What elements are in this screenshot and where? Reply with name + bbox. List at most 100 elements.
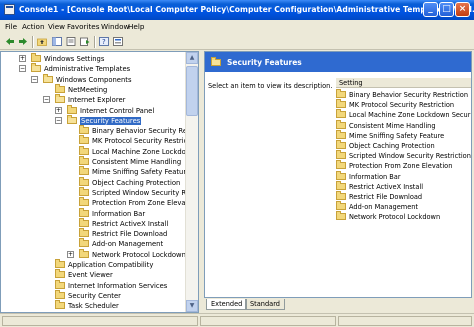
tree-item-label: MK Protocol Security Restriction bbox=[92, 137, 199, 146]
minimize-button[interactable]: _ bbox=[423, 2, 438, 17]
setting-label: Local Machine Zone Lockdown Security bbox=[349, 111, 472, 120]
tree-item-label: Internet Control Panel bbox=[80, 106, 155, 115]
tree-item-label: Protection From Zone Elevation bbox=[92, 199, 199, 208]
toolbar-separator bbox=[94, 36, 96, 48]
export-list-icon[interactable] bbox=[80, 37, 90, 46]
tree-item[interactable]: Object Caching Protection bbox=[79, 176, 181, 188]
tree-item[interactable]: Add-on Management bbox=[79, 238, 163, 249]
setting-row[interactable]: Object Caching Protection bbox=[336, 140, 435, 151]
tree-scrollbar[interactable]: ▲ ▼ bbox=[185, 52, 198, 312]
tree-item[interactable]: Restrict File Download bbox=[79, 228, 167, 239]
tree-item[interactable]: Binary Behavior Security Restric bbox=[79, 125, 199, 136]
expand-plus-icon[interactable]: + bbox=[55, 106, 62, 114]
maximize-button[interactable]: □ bbox=[439, 2, 454, 17]
column-header-setting[interactable]: Setting bbox=[336, 78, 471, 88]
collapse-minus-icon[interactable]: − bbox=[55, 116, 62, 124]
tree-item[interactable]: Event Viewer bbox=[55, 269, 113, 280]
console-tree-icon[interactable] bbox=[113, 37, 123, 46]
tree-item[interactable]: + Windows Settings bbox=[19, 53, 105, 64]
tree-item[interactable]: Mime Sniffing Safety Feature bbox=[79, 166, 190, 177]
folder-icon bbox=[79, 207, 89, 217]
folder-open-icon bbox=[211, 57, 221, 66]
folder-open-icon bbox=[31, 63, 41, 73]
tree-item-label: Task Scheduler bbox=[68, 302, 119, 311]
tree-item-label: Internet Explorer bbox=[68, 96, 126, 105]
tree-item[interactable]: Task Scheduler bbox=[55, 300, 119, 311]
tree-item-label: Object Caching Protection bbox=[92, 178, 181, 187]
mmc-app-icon[interactable] bbox=[4, 4, 15, 15]
details-description: Select an item to view its description. bbox=[208, 82, 333, 90]
status-cell bbox=[338, 316, 472, 326]
setting-row[interactable]: Local Machine Zone Lockdown Security bbox=[336, 109, 472, 120]
setting-row[interactable]: Binary Behavior Security Restriction bbox=[336, 89, 468, 100]
tree-item[interactable]: MK Protocol Security Restriction bbox=[79, 135, 199, 146]
scroll-up-arrow-icon[interactable]: ▲ bbox=[186, 52, 198, 64]
tree-item[interactable]: Application Compatibility bbox=[55, 259, 153, 270]
tree-item[interactable]: Restrict ActiveX Install bbox=[79, 217, 168, 229]
tree-item-label: Windows Settings bbox=[44, 55, 105, 63]
properties-icon[interactable] bbox=[66, 37, 76, 46]
tree-item-label: Binary Behavior Security Restric bbox=[92, 127, 199, 136]
console-tree-pane[interactable]: + Windows Settings − Administrative Templat… bbox=[0, 51, 199, 313]
folder-icon bbox=[336, 99, 346, 109]
setting-row[interactable]: Add-on Management bbox=[336, 201, 418, 212]
tree-item[interactable]: Internet Information Services bbox=[55, 279, 167, 291]
folder-open-icon bbox=[55, 94, 65, 104]
setting-row[interactable]: Mime Sniffing Safety Feature bbox=[336, 129, 445, 141]
folder-icon bbox=[336, 89, 346, 98]
status-cell bbox=[2, 316, 198, 326]
tree-item-label: Consistent Mime Handling bbox=[92, 158, 182, 166]
setting-label: Information Bar bbox=[349, 172, 401, 181]
tree-item[interactable]: + Internet Control Panel bbox=[55, 104, 155, 116]
setting-label: Mime Sniffing Safety Feature bbox=[349, 131, 445, 140]
setting-row[interactable]: Consistent Mime Handling bbox=[336, 119, 436, 131]
menu-view[interactable]: View bbox=[48, 22, 65, 31]
tab-extended[interactable]: Extended bbox=[206, 299, 248, 310]
tree-item[interactable]: Consistent Mime Handling bbox=[79, 156, 182, 167]
setting-row[interactable]: Protection From Zone Elevation bbox=[336, 160, 452, 171]
tree-item[interactable]: + Network Protocol Lockdown bbox=[67, 248, 186, 260]
expand-plus-icon[interactable]: + bbox=[19, 55, 26, 62]
setting-label: Restrict ActiveX Install bbox=[349, 182, 424, 191]
setting-row[interactable]: Restrict File Download bbox=[336, 191, 422, 202]
menu-help[interactable]: Help bbox=[128, 22, 144, 31]
menu-favorites[interactable]: Favorites bbox=[67, 22, 99, 31]
show-hide-tree-icon[interactable] bbox=[52, 37, 62, 46]
tree-item[interactable]: Protection From Zone Elevation bbox=[79, 197, 199, 208]
tree-item[interactable]: Information Bar bbox=[79, 207, 145, 219]
tree-item[interactable]: − Internet Explorer bbox=[43, 94, 126, 105]
folder-icon bbox=[55, 300, 65, 310]
status-bar bbox=[0, 313, 474, 327]
tree-item[interactable]: NetMeeting bbox=[55, 83, 108, 95]
forward-arrow-icon[interactable] bbox=[18, 37, 28, 46]
view-tabs: Extended Standard bbox=[204, 299, 472, 311]
svg-text:?: ? bbox=[102, 38, 106, 46]
tab-standard[interactable]: Standard bbox=[245, 299, 285, 310]
menu-file[interactable]: File bbox=[5, 22, 17, 31]
back-arrow-icon[interactable] bbox=[5, 37, 15, 46]
setting-row[interactable]: Restrict ActiveX Install bbox=[336, 180, 424, 192]
menu-action[interactable]: Action bbox=[22, 22, 45, 31]
up-folder-icon[interactable] bbox=[37, 37, 47, 46]
folder-icon bbox=[336, 150, 346, 160]
folder-icon bbox=[79, 186, 89, 196]
setting-row[interactable]: Network Protocol Lockdown bbox=[336, 211, 440, 222]
collapse-minus-icon[interactable]: − bbox=[31, 75, 38, 83]
tree-item[interactable]: Scripted Window Security Restrict bbox=[79, 186, 198, 198]
tree-item[interactable]: Local Machine Zone Lockdown bbox=[79, 145, 196, 157]
setting-row[interactable]: MK Protocol Security Restriction bbox=[336, 99, 454, 110]
setting-row[interactable]: Scripted Window Security Restrictions bbox=[336, 150, 471, 161]
menu-window[interactable]: Window bbox=[101, 22, 129, 31]
collapse-minus-icon[interactable]: − bbox=[19, 65, 26, 73]
collapse-minus-icon[interactable]: − bbox=[43, 96, 50, 104]
folder-icon bbox=[55, 259, 65, 268]
scroll-down-arrow-icon[interactable]: ▼ bbox=[186, 300, 198, 312]
scrollbar-thumb[interactable] bbox=[186, 66, 198, 116]
window-title: Console1 - [Console Root\Local Computer … bbox=[19, 5, 474, 14]
help-icon[interactable]: ? bbox=[99, 37, 109, 46]
tree-item-label: NetMeeting bbox=[68, 85, 108, 94]
close-button[interactable]: × bbox=[455, 2, 470, 17]
setting-row[interactable]: Information Bar bbox=[336, 170, 401, 182]
tree-item[interactable]: Security Center bbox=[55, 289, 121, 301]
expand-plus-icon[interactable]: + bbox=[67, 250, 74, 258]
